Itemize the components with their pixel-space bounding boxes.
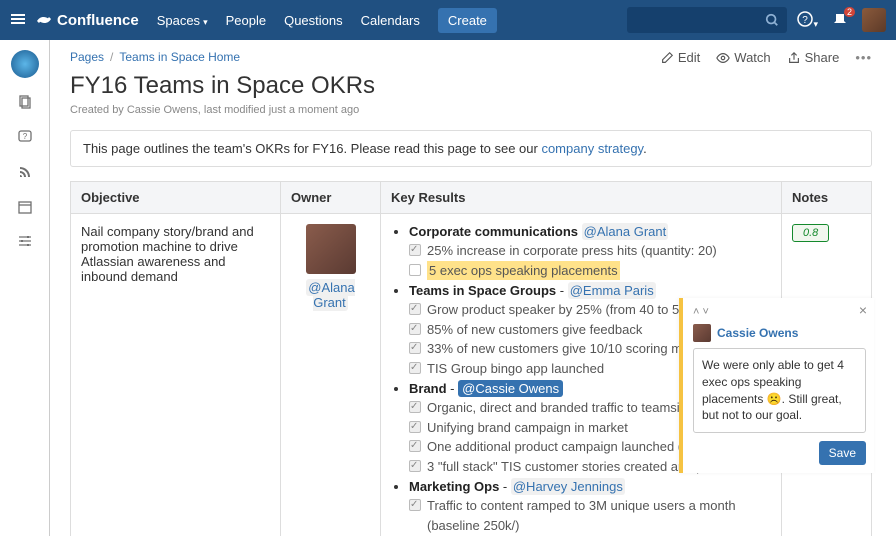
svg-text:?: ?	[803, 15, 809, 26]
user-mention[interactable]: @Harvey Jennings	[511, 478, 625, 495]
th-notes: Notes	[782, 182, 872, 214]
help-icon[interactable]: ?▾	[797, 11, 818, 30]
notifications-icon[interactable]: 2	[832, 11, 848, 30]
edit-button[interactable]: Edit	[660, 50, 700, 65]
key-result-item: 5 exec ops speaking placements	[409, 261, 771, 281]
blog-icon[interactable]	[17, 164, 33, 183]
user-avatar[interactable]	[862, 8, 886, 32]
owner-avatar	[306, 224, 356, 274]
company-strategy-link[interactable]: company strategy	[541, 141, 643, 156]
checkbox-icon[interactable]	[409, 460, 421, 472]
create-button[interactable]: Create	[438, 8, 497, 33]
owner-cell: @Alana Grant	[281, 214, 381, 536]
notification-badge: 2	[844, 7, 855, 17]
nav-links: Spaces People Questions Calendars Create	[157, 8, 497, 33]
page-title: FY16 Teams in Space OKRs	[70, 72, 872, 100]
left-sidebar: ?	[0, 40, 50, 536]
pages-icon[interactable]	[17, 94, 33, 113]
checkbox-icon[interactable]	[409, 401, 421, 413]
search-input[interactable]	[627, 7, 787, 33]
close-icon[interactable]: ×	[854, 300, 872, 320]
inline-comment-panel: × ˄ ˅ Cassie Owens We were only able to …	[679, 298, 874, 473]
frown-emoji-icon: ☹️	[767, 392, 782, 406]
user-mention[interactable]: @Alana Grant	[582, 223, 669, 240]
more-actions-icon[interactable]: •••	[855, 50, 872, 65]
checkbox-icon[interactable]	[409, 244, 421, 256]
nav-people[interactable]: People	[226, 13, 266, 28]
confluence-logo[interactable]: Confluence	[36, 12, 139, 29]
nav-calendars[interactable]: Calendars	[361, 13, 420, 28]
owner-mention[interactable]: @Alana Grant	[306, 279, 354, 311]
checkbox-icon[interactable]	[409, 303, 421, 315]
comment-nav[interactable]: ˄ ˅	[693, 306, 866, 318]
questions-icon[interactable]: ?	[17, 129, 33, 148]
user-mention[interactable]: @Cassie Owens	[458, 380, 563, 397]
checkbox-icon[interactable]	[409, 264, 421, 276]
checkbox-icon[interactable]	[409, 421, 421, 433]
nav-questions[interactable]: Questions	[284, 13, 343, 28]
top-nav: Confluence Spaces People Questions Calen…	[0, 0, 896, 40]
th-key-results: Key Results	[381, 182, 782, 214]
breadcrumb-root[interactable]: Pages	[70, 50, 104, 64]
page-content: Pages / Teams in Space Home Edit Watch S…	[50, 40, 896, 536]
checkbox-icon[interactable]	[409, 499, 421, 511]
nav-spaces[interactable]: Spaces	[157, 13, 208, 28]
checkbox-icon[interactable]	[409, 440, 421, 452]
svg-text:?: ?	[22, 132, 27, 141]
save-button[interactable]: Save	[819, 441, 866, 465]
th-objective: Objective	[71, 182, 281, 214]
checkbox-icon[interactable]	[409, 362, 421, 374]
space-logo-icon[interactable]	[11, 50, 39, 78]
intro-panel: This page outlines the team's OKRs for F…	[70, 130, 872, 167]
comment-author-link[interactable]: Cassie Owens	[717, 326, 798, 340]
score-badge: 0.8	[792, 224, 829, 242]
page-actions: Edit Watch Share •••	[660, 50, 872, 65]
user-mention[interactable]: @Emma Paris	[568, 282, 656, 299]
objective-cell: Nail company story/brand and promotion m…	[71, 214, 281, 536]
settings-icon[interactable]	[17, 234, 33, 253]
checkbox-icon[interactable]	[409, 323, 421, 335]
checkbox-icon[interactable]	[409, 342, 421, 354]
key-result-item: Traffic to content ramped to 3M unique u…	[409, 496, 771, 535]
brand-label: Confluence	[57, 12, 139, 29]
watch-button[interactable]: Watch	[716, 50, 770, 65]
th-owner: Owner	[281, 182, 381, 214]
comment-editor[interactable]: We were only able to get 4 exec ops spea…	[693, 348, 866, 433]
page-byline: Created by Cassie Owens, last modified j…	[70, 104, 872, 116]
calendar-icon[interactable]	[17, 199, 33, 218]
share-button[interactable]: Share	[787, 50, 840, 65]
hamburger-icon[interactable]	[10, 11, 26, 30]
breadcrumb-parent[interactable]: Teams in Space Home	[119, 50, 240, 64]
comment-avatar	[693, 324, 711, 342]
key-result-item: 25% increase in corporate press hits (qu…	[409, 241, 771, 261]
